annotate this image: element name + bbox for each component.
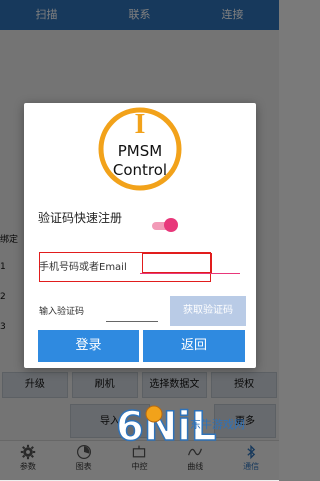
back-button[interactable]: 返回 bbox=[143, 330, 245, 362]
login-button[interactable]: 登录 bbox=[38, 330, 139, 362]
pmsm-control-logo: I PMSM Control bbox=[98, 107, 182, 191]
login-dialog: I PMSM Control 验证码快速注册 手机号码或者Email 输入验证码… bbox=[24, 103, 256, 368]
phone-email-label: 手机号码或者Email bbox=[39, 262, 127, 273]
quick-register-toggle[interactable] bbox=[152, 218, 178, 232]
logo-line2: Control bbox=[113, 161, 167, 179]
watermark-subtext: 东牛游戏网 bbox=[190, 417, 245, 431]
phone-email-input[interactable] bbox=[140, 253, 240, 274]
verification-code-label: 输入验证码 bbox=[39, 307, 85, 317]
logo-line1: PMSM bbox=[118, 142, 162, 160]
logo-letter: I bbox=[135, 109, 146, 140]
watermark-mascot-icon bbox=[145, 405, 163, 423]
toggle-thumb bbox=[164, 218, 178, 232]
quick-register-label: 验证码快速注册 bbox=[38, 211, 123, 225]
site-watermark: 6NiL 东牛游戏网 bbox=[115, 403, 245, 446]
verification-code-input[interactable] bbox=[106, 303, 158, 322]
get-code-button[interactable]: 获取验证码 bbox=[170, 296, 246, 326]
